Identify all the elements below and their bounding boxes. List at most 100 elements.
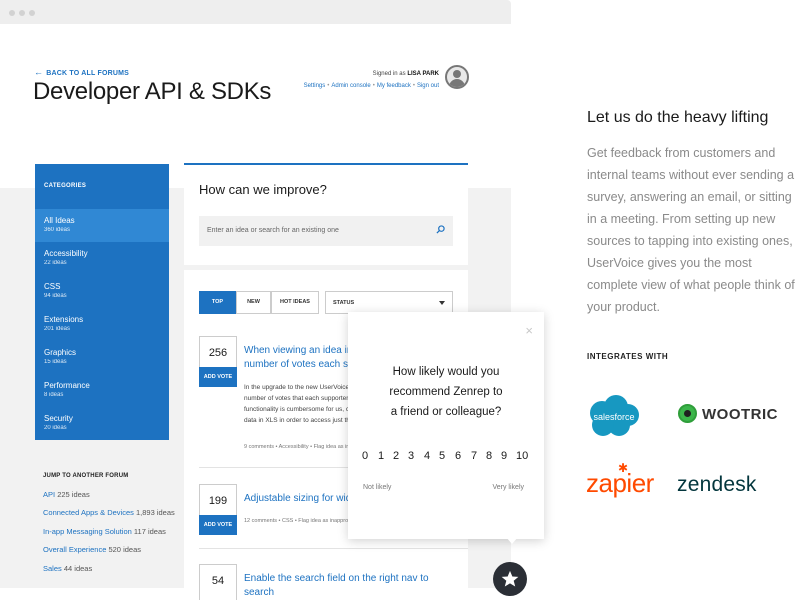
divider xyxy=(199,548,468,549)
star-icon xyxy=(501,570,519,587)
window-dot-icon xyxy=(29,10,35,16)
nps-question-line: How likely would you xyxy=(392,366,500,378)
category-count: 94 ideas xyxy=(44,293,67,299)
idea-title-line: Enable the search field on the right nav… xyxy=(244,573,429,598)
avatar-body xyxy=(449,79,465,87)
category-name: Performance xyxy=(44,381,90,390)
search-icon[interactable] xyxy=(436,225,445,234)
nps-score-scale: 0 1 2 3 4 5 6 7 8 9 10 xyxy=(360,450,532,464)
category-all-ideas[interactable]: All Ideas 360 ideas xyxy=(35,209,169,242)
window-dot-icon xyxy=(19,10,25,16)
forum-name: Sales xyxy=(43,564,62,573)
nps-question-line: a friend or colleague? xyxy=(390,406,502,418)
forum-count: 1,893 ideas xyxy=(135,508,175,517)
back-to-forums-link[interactable]: ← BACK TO ALL FORUMS xyxy=(34,67,129,77)
nps-survey-popup: × How likely would you recommend Zenrep … xyxy=(348,312,544,539)
improve-heading: How can we improve? xyxy=(199,182,327,197)
separator: • xyxy=(372,83,375,89)
category-graphics[interactable]: Graphics 15 ideas xyxy=(35,341,169,374)
wootric-mark-icon xyxy=(678,404,697,423)
jump-to-forum-title: JUMP TO ANOTHER FORUM xyxy=(43,473,129,479)
forum-link-api[interactable]: API 225 ideas xyxy=(43,490,90,499)
status-select[interactable]: STATUS xyxy=(325,291,453,314)
forum-name: Connected Apps & Devices xyxy=(43,508,134,517)
nps-score-2[interactable]: 2 xyxy=(393,450,399,462)
category-name: Security xyxy=(44,414,73,423)
idea-meta: 9 comments • Accessibility • Flag idea a… xyxy=(244,444,356,450)
window-dot-icon xyxy=(9,10,15,16)
vote-box: 54 xyxy=(199,564,237,600)
category-css[interactable]: CSS 94 ideas xyxy=(35,275,169,308)
back-arrow-icon: ← xyxy=(34,67,44,77)
nps-score-10[interactable]: 10 xyxy=(516,450,528,462)
category-accessibility[interactable]: Accessibility 22 ideas xyxy=(35,242,169,275)
user-links: Settings • Admin console • My feedback • Sign … xyxy=(304,83,439,89)
back-link-label: BACK TO ALL FORUMS xyxy=(46,70,130,77)
avatar-icon[interactable] xyxy=(445,65,469,89)
categories-title: CATEGORIES xyxy=(44,183,87,189)
category-name: Graphics xyxy=(44,348,77,357)
category-count: 201 ideas xyxy=(44,326,71,332)
category-security[interactable]: Security 20 ideas xyxy=(35,407,169,440)
separator: • xyxy=(412,83,415,89)
nps-low-label: Not likely xyxy=(363,484,392,491)
category-extensions[interactable]: Extensions 201 ideas xyxy=(35,308,169,341)
forum-link-overall-experience[interactable]: Overall Experience 520 ideas xyxy=(43,545,141,554)
forum-link-connected-apps[interactable]: Connected Apps & Devices 1,893 ideas xyxy=(43,508,175,517)
idea-title[interactable]: Enable the search field on the right nav… xyxy=(244,572,454,600)
nps-question: How likely would you recommend Zenrep to… xyxy=(348,362,544,422)
nps-score-5[interactable]: 5 xyxy=(439,450,445,462)
forum-link-in-app-messaging[interactable]: In-app Messaging Solution 117 ideas xyxy=(43,527,166,536)
popup-pointer xyxy=(506,537,518,544)
sign-out-link[interactable]: Sign out xyxy=(417,83,439,89)
nps-score-8[interactable]: 8 xyxy=(486,450,492,462)
admin-console-link[interactable]: Admin console xyxy=(331,83,370,89)
add-vote-button[interactable]: ADD VOTE xyxy=(199,515,237,535)
marketing-body: Get feedback from customers and internal… xyxy=(587,146,795,314)
signed-in-prefix: Signed in as xyxy=(372,71,406,77)
forum-count: 117 ideas xyxy=(133,527,166,536)
nps-score-1[interactable]: 1 xyxy=(378,450,384,462)
vote-count: 54 xyxy=(211,575,225,587)
vote-count: 256 xyxy=(208,347,228,359)
category-name: All Ideas xyxy=(44,216,75,225)
add-vote-button[interactable]: ADD VOTE xyxy=(199,367,237,387)
filter-new[interactable]: NEW xyxy=(236,291,271,314)
category-count: 20 ideas xyxy=(44,425,67,431)
nps-score-9[interactable]: 9 xyxy=(501,450,507,462)
settings-link[interactable]: Settings xyxy=(304,83,326,89)
marketing-title: Let us do the heavy lifting xyxy=(587,109,769,126)
nps-score-3[interactable]: 3 xyxy=(408,450,414,462)
salesforce-wordmark: salesforce xyxy=(593,412,634,422)
close-icon[interactable]: × xyxy=(525,324,533,337)
category-performance[interactable]: Performance 8 ideas xyxy=(35,374,169,407)
forum-name: In-app Messaging Solution xyxy=(43,527,132,536)
category-name: Accessibility xyxy=(44,249,88,258)
category-count: 8 ideas xyxy=(44,392,64,398)
forum-link-sales[interactable]: Sales 44 ideas xyxy=(43,564,92,573)
category-name: CSS xyxy=(44,282,61,291)
nps-high-label: Very likely xyxy=(492,484,524,491)
nps-score-0[interactable]: 0 xyxy=(362,450,368,462)
filter-top[interactable]: TOP xyxy=(199,291,236,314)
idea-meta: 12 comments • CSS • Flag idea as inappro xyxy=(244,518,349,524)
my-feedback-link[interactable]: My feedback xyxy=(377,83,411,89)
idea-search-input[interactable]: Enter an idea or search for an existing … xyxy=(199,216,453,246)
separator: • xyxy=(327,83,330,89)
nps-score-4[interactable]: 4 xyxy=(424,450,430,462)
category-name: Extensions xyxy=(44,315,84,324)
categories-sidebar: CATEGORIES All Ideas 360 ideas Accessibi… xyxy=(35,164,169,440)
vote-count: 199 xyxy=(208,495,228,507)
vote-box: 256 ADD VOTE xyxy=(199,336,237,387)
status-label: STATUS xyxy=(333,300,355,306)
filter-hot-ideas[interactable]: HOT IDEAS xyxy=(271,291,319,314)
avatar-head xyxy=(453,70,461,78)
nps-score-7[interactable]: 7 xyxy=(471,450,477,462)
category-count: 360 ideas xyxy=(44,227,71,233)
category-count: 22 ideas xyxy=(44,260,67,266)
forum-name: API xyxy=(43,490,56,499)
nps-score-6[interactable]: 6 xyxy=(455,450,461,462)
zendesk-logo: zendesk xyxy=(677,473,757,496)
feedback-widget-button[interactable] xyxy=(493,562,527,596)
improve-panel: How can we improve? Enter an idea or sea… xyxy=(184,163,468,265)
